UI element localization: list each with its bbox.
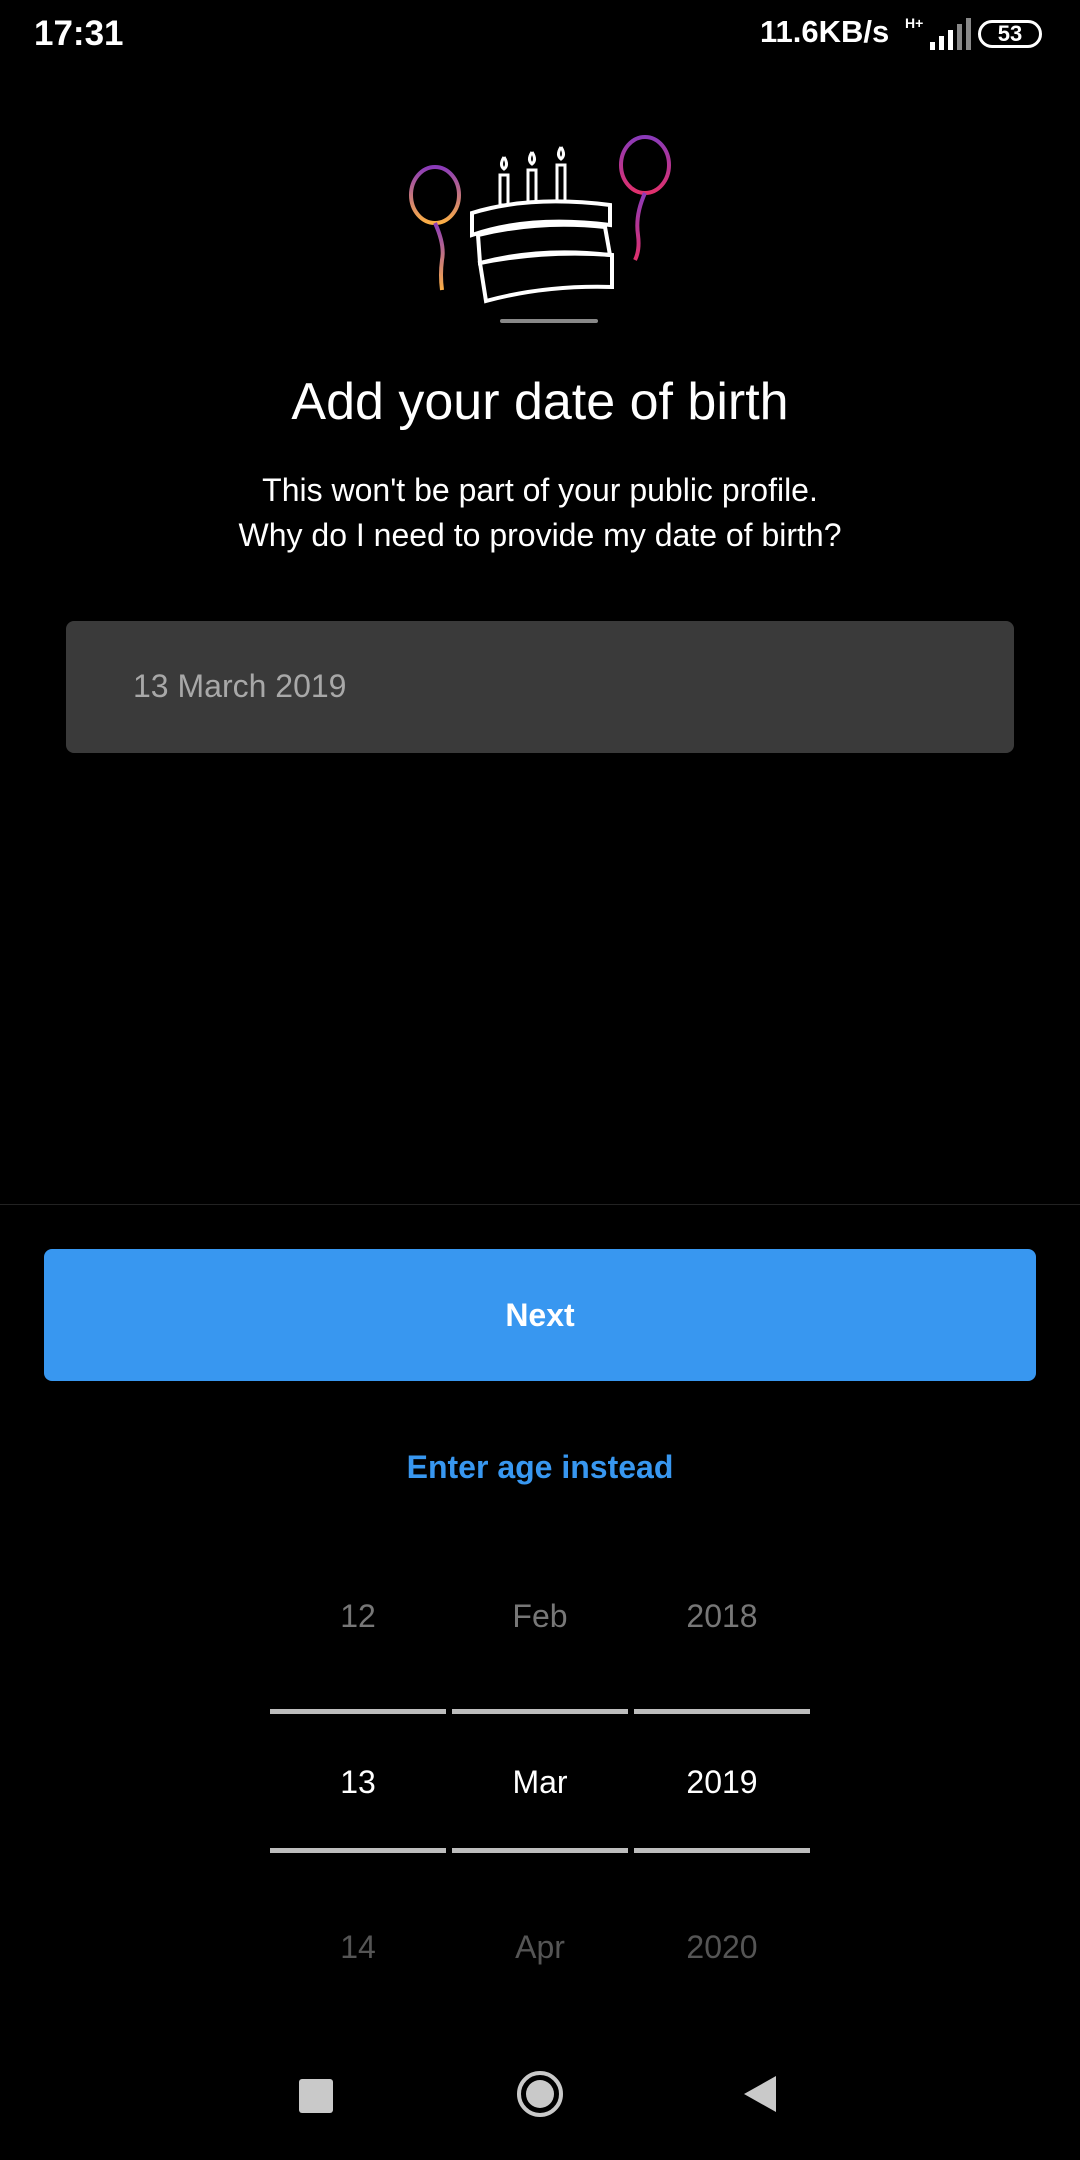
picker-separator <box>270 1709 446 1714</box>
picker-separator <box>452 1709 628 1714</box>
month-next-option[interactable]: Apr <box>452 1929 628 1966</box>
date-of-birth-value: 13 March 2019 <box>133 668 347 704</box>
back-triangle-icon[interactable] <box>742 2074 778 2114</box>
month-prev-option[interactable]: Feb <box>452 1598 628 1635</box>
year-prev-option[interactable]: 2018 <box>634 1598 810 1635</box>
next-button[interactable]: Next <box>44 1249 1036 1381</box>
birthday-cake-icon <box>409 135 671 323</box>
network-speed: 11.6KB/s <box>760 14 890 49</box>
picker-separator <box>452 1848 628 1853</box>
page-subtitle: This won't be part of your public profil… <box>0 468 1080 558</box>
picker-separator <box>270 1848 446 1853</box>
day-next-option[interactable]: 14 <box>270 1929 446 1966</box>
subtitle-text: This won't be part of your public profil… <box>262 472 818 508</box>
battery-icon: 53 <box>978 20 1042 48</box>
picker-separator <box>634 1848 810 1853</box>
recents-square-icon[interactable] <box>299 2079 333 2113</box>
status-time: 17:31 <box>34 14 124 53</box>
enter-age-instead-link[interactable]: Enter age instead <box>0 1449 1080 1486</box>
home-circle-icon[interactable] <box>516 2070 564 2118</box>
signal-icon <box>930 18 971 50</box>
why-date-of-birth-link[interactable]: Why do I need to provide my date of birt… <box>0 513 1080 558</box>
year-selected-option[interactable]: 2019 <box>634 1764 810 1801</box>
day-selected-option[interactable]: 13 <box>270 1764 446 1801</box>
year-next-option[interactable]: 2020 <box>634 1929 810 1966</box>
page-title: Add your date of birth <box>291 373 789 431</box>
day-prev-option[interactable]: 12 <box>270 1598 446 1635</box>
divider <box>0 1204 1080 1205</box>
picker-separator <box>634 1709 810 1714</box>
month-selected-option[interactable]: Mar <box>452 1764 628 1801</box>
